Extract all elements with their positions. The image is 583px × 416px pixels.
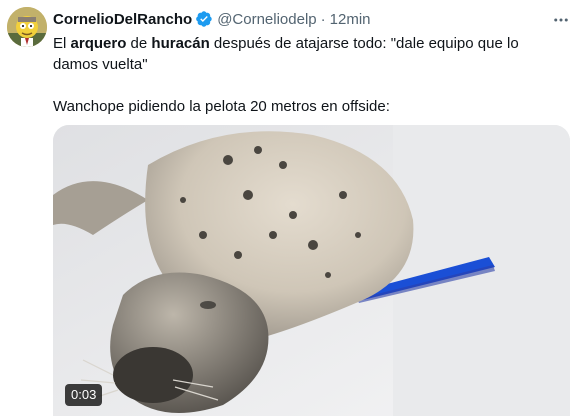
video-duration: 0:03 (65, 384, 103, 406)
tweet-header: CornelioDelRancho @Corneliodelp · 12min (53, 8, 571, 30)
verified-badge-icon (195, 10, 213, 28)
text-bold-huracan: huracán (151, 35, 210, 52)
text-bold-arquero: arquero (70, 35, 127, 52)
more-options-icon[interactable] (551, 10, 571, 30)
handle[interactable]: @Corneliodelp (217, 11, 316, 28)
text-segment: El (53, 35, 71, 52)
video-player[interactable]: 0:03 (53, 125, 570, 416)
separator-dot: · (320, 10, 326, 28)
tweet-content: CornelioDelRancho @Corneliodelp · 12min … (53, 8, 571, 117)
tweet: CornelioDelRancho @Corneliodelp · 12min … (0, 0, 583, 416)
text-line-2: Wanchope pidiendo la pelota 20 metros en… (53, 98, 390, 115)
avatar-image (7, 7, 47, 47)
avatar[interactable] (7, 7, 47, 47)
timestamp[interactable]: 12min (330, 11, 371, 28)
tweet-text: El arquero de huracán después de atajars… (53, 33, 543, 117)
video-frame-seal (53, 125, 570, 416)
text-segment: de (126, 35, 152, 52)
display-name[interactable]: CornelioDelRancho (53, 11, 192, 28)
